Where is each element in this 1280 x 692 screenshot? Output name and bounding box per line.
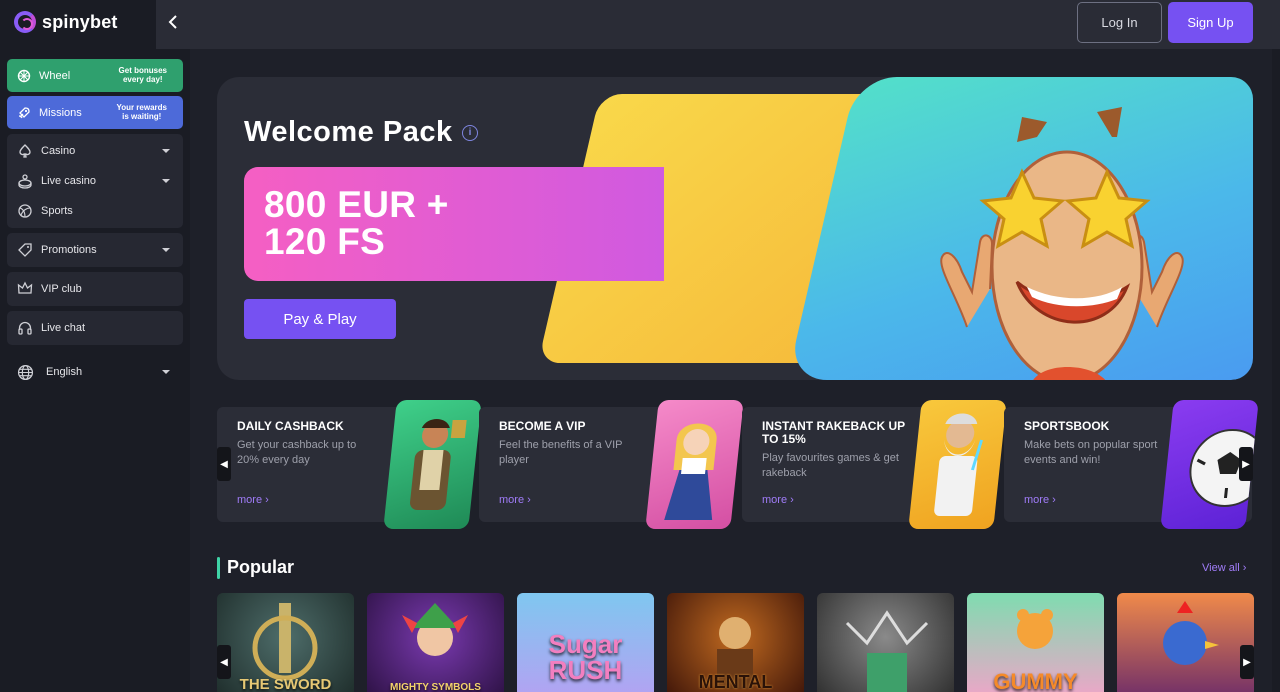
- vip-girl-image: [645, 400, 744, 529]
- info-icon[interactable]: i: [462, 125, 478, 141]
- game-thumbnail: [845, 610, 929, 692]
- sidebar: spinybet Wheel Get bonuses every day! Mi…: [0, 0, 190, 692]
- logo-text: spinybet: [42, 11, 118, 32]
- card-more-link[interactable]: more: [499, 494, 531, 506]
- nav-group-chat: Live chat: [7, 311, 183, 345]
- missions-label: Missions: [39, 106, 82, 119]
- login-button[interactable]: Log In: [1077, 2, 1162, 43]
- logo-icon: [14, 11, 36, 33]
- wheel-button[interactable]: Wheel Get bonuses every day!: [7, 59, 183, 92]
- card-desc: Get your cashback up to 20% every day: [237, 439, 357, 467]
- games-next-button[interactable]: ▶: [1240, 645, 1254, 679]
- game-title: Sugar RUSH: [548, 629, 623, 685]
- game-tile[interactable]: [1117, 593, 1254, 692]
- game-tile[interactable]: MIGHTY SYMBOLS: [367, 593, 504, 692]
- sidebar-item-live-chat[interactable]: Live chat: [7, 313, 183, 343]
- game-tile[interactable]: GUMMY: [967, 593, 1104, 692]
- sidebar-item-live-casino[interactable]: Live casino: [7, 166, 183, 196]
- offer-line-2: 120 FS: [264, 221, 386, 262]
- sidebar-item-vip-club[interactable]: VIP club: [7, 274, 183, 304]
- card-more-link[interactable]: more: [237, 494, 269, 506]
- card-title: BECOME A VIP: [499, 419, 586, 433]
- view-all-link[interactable]: View all: [1202, 562, 1246, 574]
- game-title: MIGHTY SYMBOLS: [390, 682, 481, 692]
- globe-icon: [16, 363, 34, 381]
- card-more-link[interactable]: more: [762, 494, 794, 506]
- game-tile[interactable]: Sugar RUSH: [517, 593, 654, 692]
- games-prev-button[interactable]: ◀: [217, 645, 231, 679]
- card-title: INSTANT RAKEBACK UP TO 15%: [762, 419, 905, 447]
- card-title: DAILY CASHBACK: [237, 419, 344, 433]
- wheel-note-line2: every day!: [122, 74, 163, 84]
- card-become-vip[interactable]: BECOME A VIP Feel the benefits of a VIP …: [479, 400, 744, 529]
- collapse-sidebar-button[interactable]: [166, 12, 186, 34]
- card-desc: Make bets on popular sport events and wi…: [1024, 439, 1158, 467]
- headset-icon: [16, 319, 34, 337]
- card-desc: Play favourites games & get rakeback: [762, 452, 899, 480]
- sidebar-item-label: Live chat: [41, 322, 86, 334]
- game-tile[interactable]: MENTAL: [667, 593, 804, 692]
- game-title: THE SWORD: [239, 676, 332, 692]
- chevron-down-icon[interactable]: [162, 248, 170, 252]
- nav-group-vip: VIP club: [7, 272, 183, 306]
- game-tile[interactable]: [817, 593, 954, 692]
- chevron-left-icon: [168, 15, 177, 29]
- sidebar-item-casino[interactable]: Casino: [7, 136, 183, 166]
- language-label: English: [46, 366, 83, 378]
- hero-offer-box: 800 EUR + 120 FS: [244, 167, 664, 281]
- game-thumbnail: [1163, 601, 1219, 665]
- language-selector[interactable]: English: [7, 357, 183, 387]
- cards-next-button[interactable]: ▶: [1239, 447, 1253, 481]
- sidebar-item-label: VIP club: [41, 283, 82, 295]
- sidebar-item-label: Sports: [41, 205, 73, 217]
- cards-prev-button[interactable]: ◀: [217, 447, 231, 481]
- card-instant-rakeback[interactable]: INSTANT RAKEBACK UP TO 15% Play favourit…: [742, 400, 1007, 529]
- sidebar-item-sports[interactable]: Sports: [7, 196, 183, 226]
- app-root: spinybet Wheel Get bonuses every day! Mi…: [0, 0, 1280, 692]
- zeus-character-image: [908, 400, 1007, 529]
- game-tile[interactable]: THE SWORD: [217, 593, 354, 692]
- chevron-down-icon[interactable]: [162, 179, 170, 183]
- rocket-icon: [17, 106, 31, 120]
- nav-group-promotions: Promotions: [7, 233, 183, 267]
- sidebar-item-promotions[interactable]: Promotions: [7, 235, 183, 265]
- chevron-down-icon[interactable]: [162, 370, 170, 374]
- explorer-character-image: [383, 400, 482, 529]
- page-scrollbar[interactable]: [1272, 49, 1280, 692]
- game-thumbnail: [402, 603, 468, 656]
- offer-line-1: 800 EUR +: [264, 184, 449, 225]
- wheel-label: Wheel: [39, 69, 71, 82]
- popular-section-title: Popular: [227, 557, 295, 577]
- spade-icon: [16, 142, 34, 160]
- nav-group-games: Casino Live casino Sports: [7, 134, 183, 228]
- card-title: SPORTSBOOK: [1024, 419, 1110, 433]
- card-daily-cashback[interactable]: DAILY CASHBACK Get your cashback up to 2…: [217, 400, 482, 529]
- missions-button[interactable]: Missions Your rewards is waiting!: [7, 96, 183, 129]
- roulette-icon: [16, 172, 34, 190]
- hero-offer-text: 800 EUR + 120 FS: [264, 186, 449, 260]
- sidebar-item-label: Promotions: [41, 244, 97, 256]
- section-accent-bar: [217, 557, 220, 579]
- welcome-banner[interactable]: Welcome Pack i 800 EUR + 120 FS Pay & Pl…: [217, 77, 1253, 380]
- signup-button[interactable]: Sign Up: [1168, 2, 1253, 43]
- sidebar-item-label: Casino: [41, 145, 76, 157]
- game-title: GUMMY: [993, 669, 1078, 692]
- mascot-illustration: [940, 107, 1184, 380]
- pay-and-play-button[interactable]: Pay & Play: [244, 299, 396, 339]
- tag-icon: [16, 241, 34, 259]
- card-more-link[interactable]: more: [1024, 494, 1056, 506]
- card-sportsbook[interactable]: SPORTSBOOK Make bets on popular sport ev…: [1004, 400, 1259, 529]
- game-title: MENTAL: [698, 672, 773, 692]
- promo-cards: ◀ DAILY CASHBACK Get your cashback up to…: [217, 400, 1259, 530]
- card-desc: Feel the benefits of a VIP player: [499, 439, 623, 467]
- sidebar-item-label: Live casino: [41, 175, 97, 187]
- hero-title: Welcome Pack: [244, 116, 453, 148]
- top-header: Log In Sign Up: [156, 0, 1280, 49]
- ball-icon: [16, 202, 34, 220]
- chevron-down-icon[interactable]: [162, 149, 170, 153]
- missions-note-line2: is waiting!: [122, 111, 162, 121]
- crown-icon: [16, 280, 34, 298]
- wheel-icon: [17, 69, 31, 83]
